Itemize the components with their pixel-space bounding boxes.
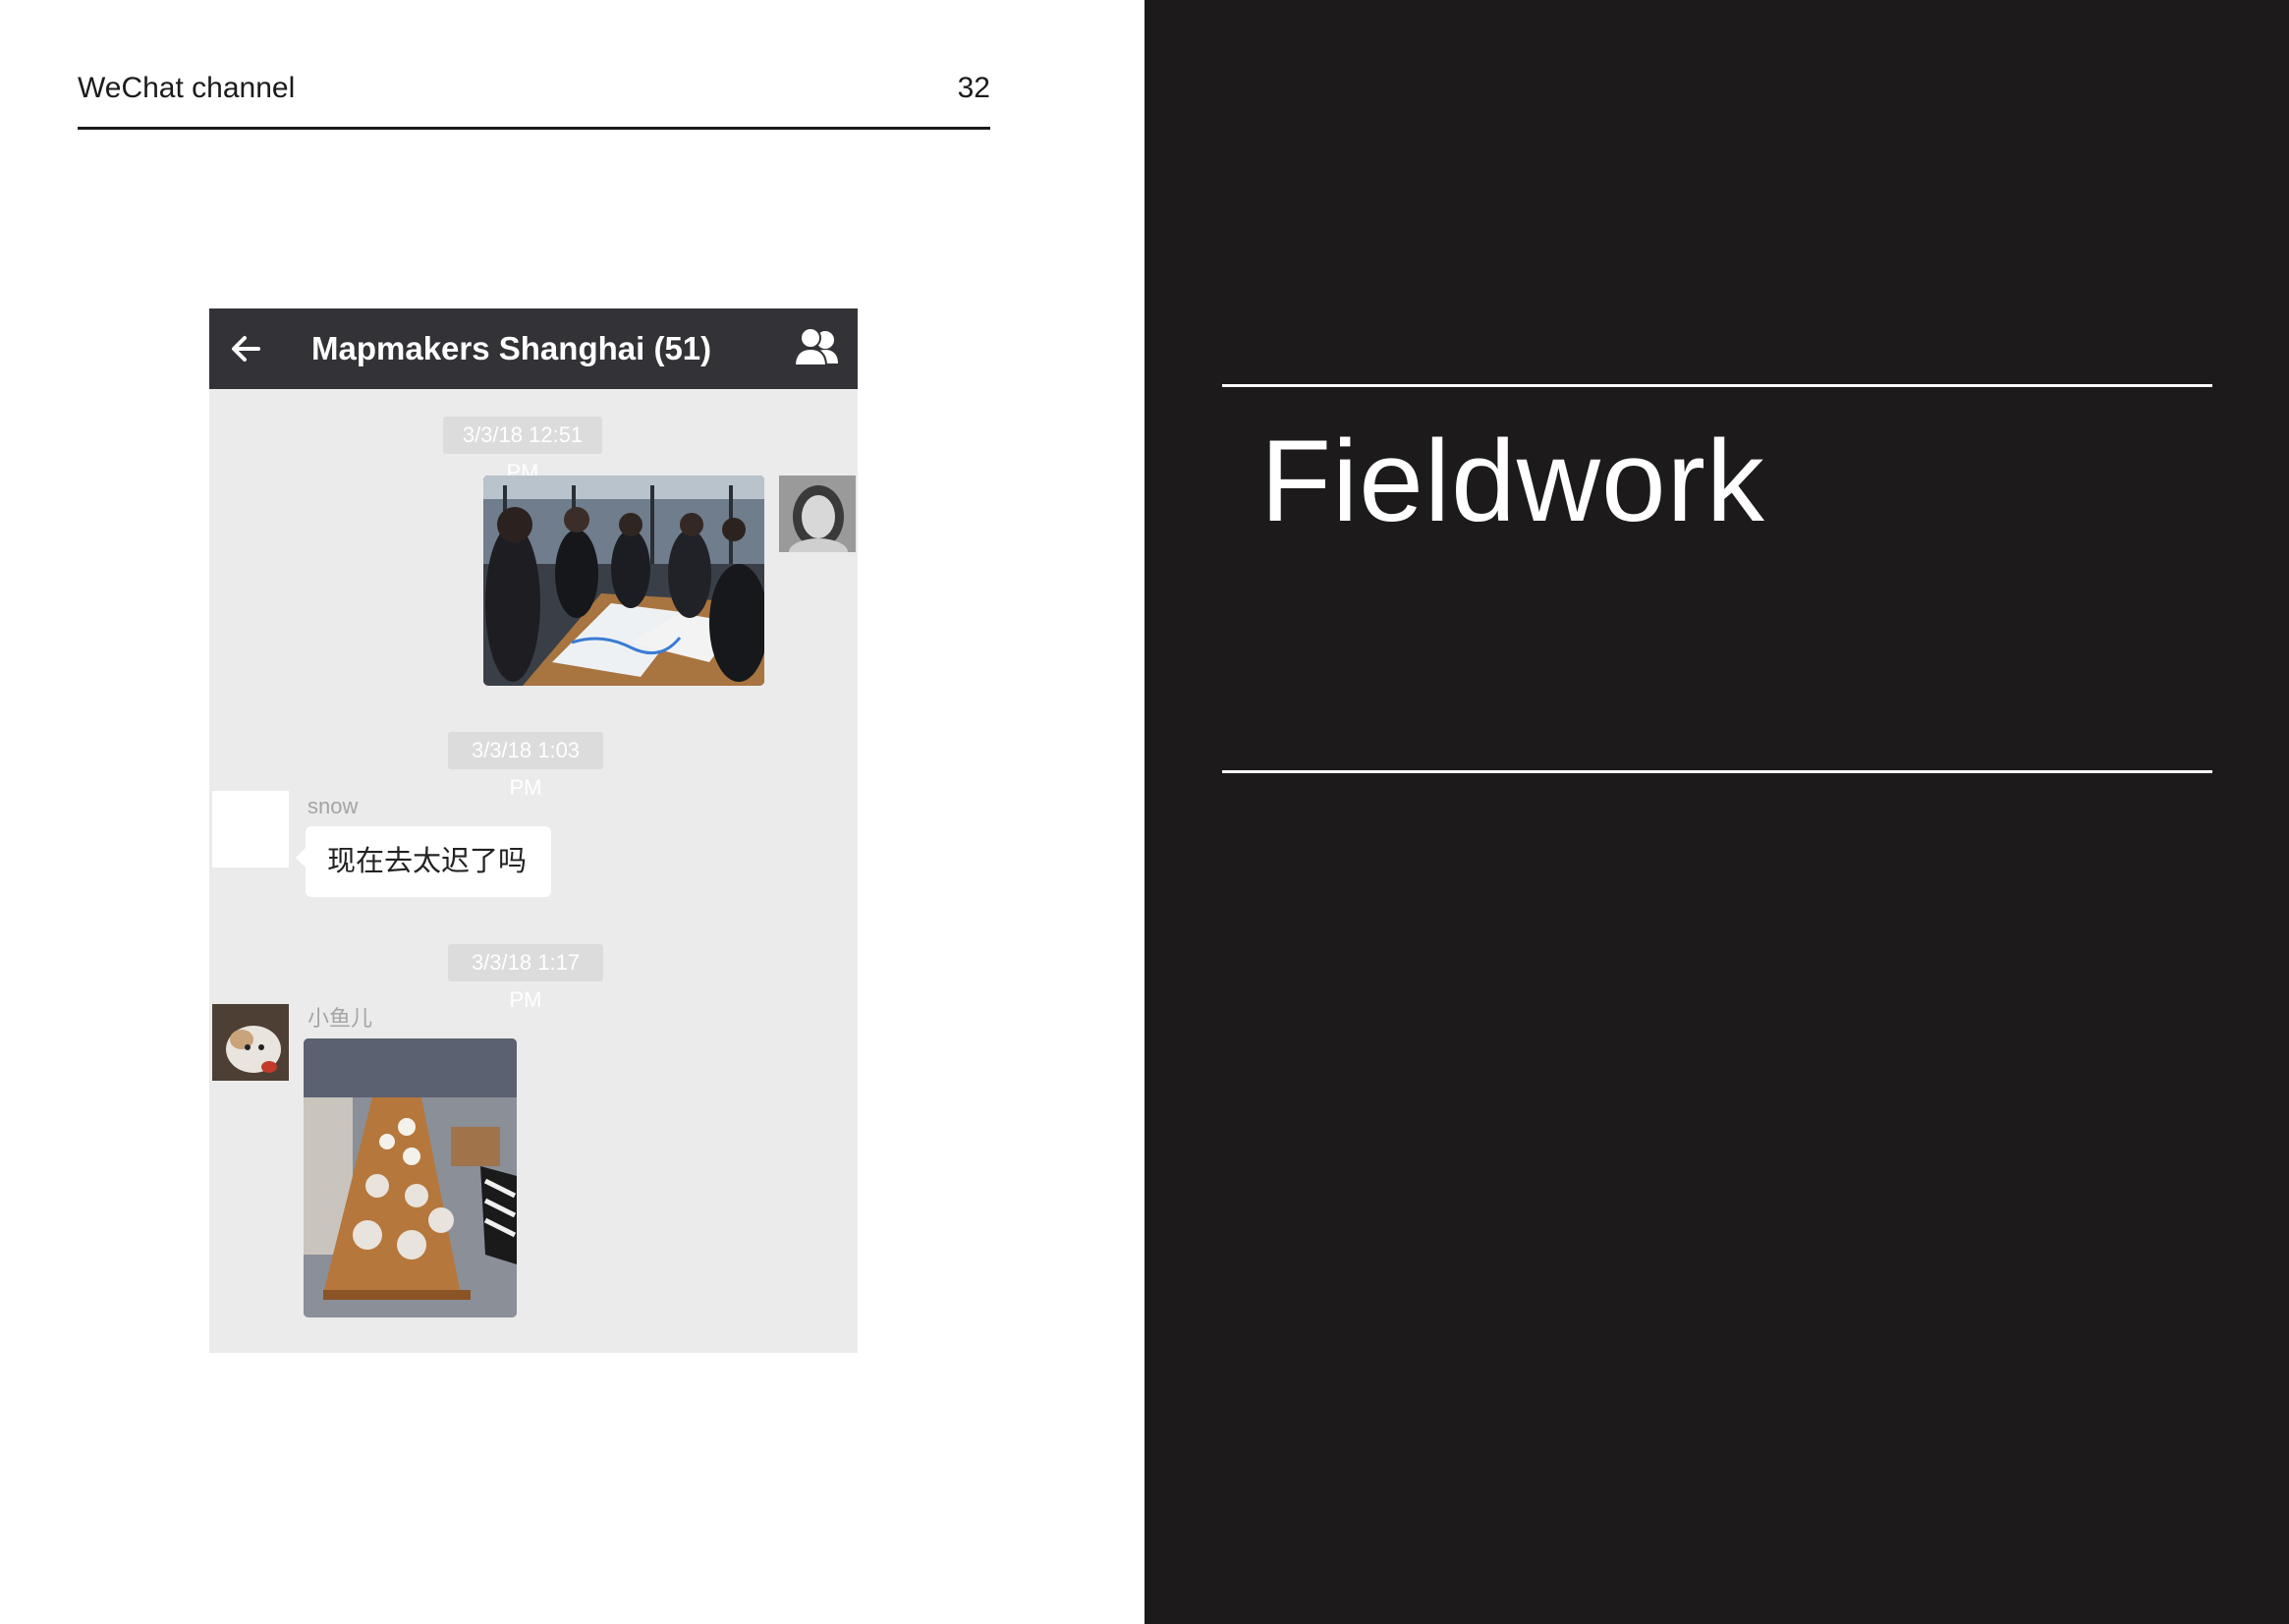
chat-titlebar: Mapmakers Shanghai (51)	[209, 308, 858, 389]
message-bubble[interactable]: 现在去太迟了吗	[296, 826, 551, 897]
message-text: 现在去太迟了吗	[327, 844, 528, 877]
message-timestamp: 3/3/18 12:51 PM	[443, 417, 602, 484]
tea-table-photo[interactable]	[304, 1038, 517, 1317]
top-divider	[1222, 384, 2212, 387]
cat-avatar[interactable]	[212, 1004, 289, 1081]
blank-avatar[interactable]	[212, 791, 289, 868]
message-timestamp: 3/3/18 1:17 PM	[448, 944, 603, 1012]
sender-name: 小鱼儿	[307, 1006, 373, 1031]
wechat-screenshot: Mapmakers Shanghai (51) 3/3/18 12:51 PM	[209, 308, 858, 1353]
page-number: 32	[957, 72, 990, 104]
header-title: WeChat channel	[78, 72, 296, 104]
group-meeting-photo[interactable]	[483, 476, 764, 686]
left-page: WeChat channel 32 Mapmakers Shanghai (51…	[0, 0, 1144, 1624]
sender-name: snow	[307, 794, 359, 818]
section-title: Fieldwork	[1260, 417, 1765, 546]
right-page: Fieldwork	[1144, 0, 2289, 1624]
back-arrow-icon[interactable]	[223, 325, 270, 372]
bottom-divider	[1222, 770, 2212, 773]
message-timestamp: 3/3/18 1:03 PM	[448, 732, 603, 800]
avatar-photo[interactable]	[779, 476, 856, 552]
chat-title: Mapmakers Shanghai (51)	[311, 330, 712, 366]
page-header: WeChat channel 32	[78, 69, 990, 130]
group-members-icon[interactable]	[789, 320, 846, 377]
